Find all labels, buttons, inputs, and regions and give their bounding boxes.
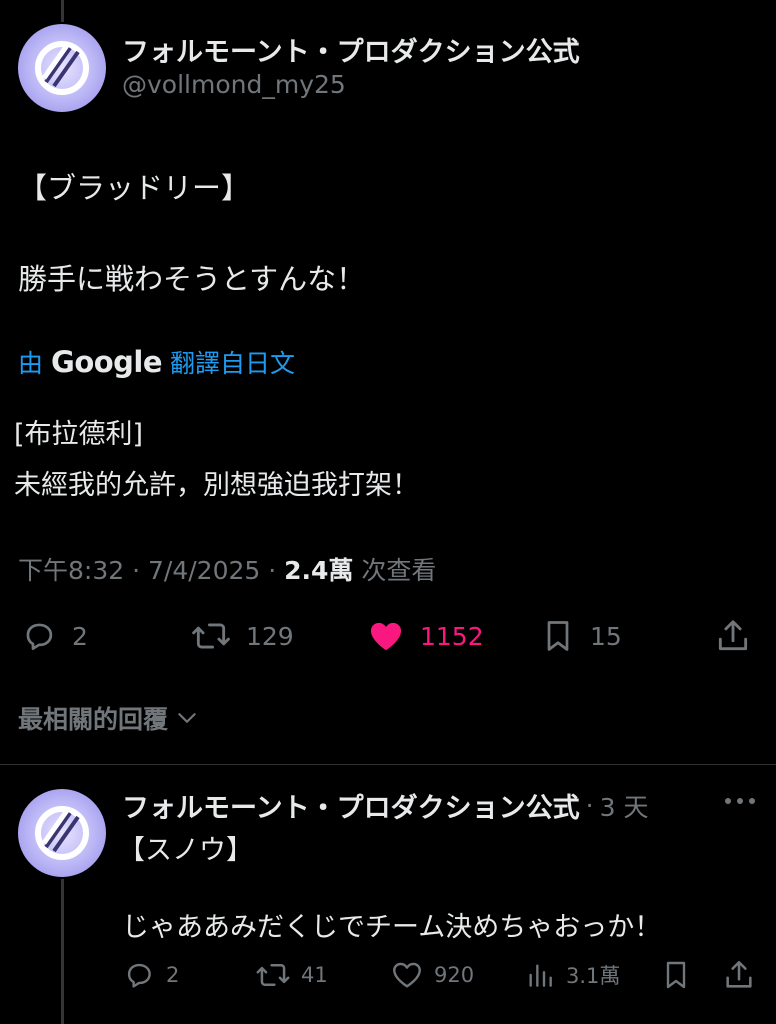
tweet-text-line2: 勝手に戦わそうとすんな！ [18,262,366,296]
views-icon [524,958,556,992]
reply-icon [20,617,58,655]
chevron-down-icon [174,705,200,731]
reply-retweet-count: 41 [301,963,328,987]
reply-sort-toggle[interactable]: 最相關的回覆 [18,700,200,736]
reply-views-button[interactable]: 3.1萬 [524,958,620,992]
tweet-time[interactable]: 下午8:32 [18,556,124,585]
reply-bookmark-button[interactable] [660,958,692,992]
reply-retweet-button[interactable]: 41 [255,958,328,992]
bookmark-icon [540,617,576,655]
author-name[interactable]: フォルモーント・プロダクション公式 [122,30,580,69]
meta-separator: · [132,556,141,585]
reply-separator: · [585,791,594,820]
thread-connector-top [61,0,64,22]
reply-reply-count: 2 [166,963,180,987]
meta-separator: · [268,556,277,585]
reply-reply-button[interactable]: 2 [122,958,179,992]
share-button[interactable] [714,617,752,655]
translation-attribution[interactable]: 由 Google 翻譯自日文 [18,344,295,380]
retweet-icon [255,958,291,992]
reply-text-line1: 【スノウ】 [118,835,253,866]
translate-suffix: 翻譯自日文 [170,349,296,378]
reply-sort-label: 最相關的回覆 [18,705,169,734]
heart-icon [390,958,424,992]
more-button[interactable] [722,786,758,816]
more-icon [722,786,758,816]
share-icon [714,617,752,655]
author-handle[interactable]: @vollmond_my25 [122,70,346,99]
bookmark-button[interactable]: 15 [540,617,622,655]
reply-time[interactable]: 3 天 [600,788,649,824]
logo-icon [35,41,89,95]
reply-header: フォルモーント・プロダクション公式 · 3 天 [122,786,648,825]
retweet-button[interactable]: 129 [190,617,294,655]
reply-button[interactable]: 2 [20,617,88,655]
reply-share-button[interactable] [722,958,756,992]
retweet-count: 129 [246,621,294,651]
translated-line1: [布拉德利] [14,419,144,450]
translate-prefix: 由 [18,349,44,378]
divider [0,764,776,765]
like-button[interactable]: 1152 [366,617,484,655]
reply-text-line2: じゃああみだくじでチーム決めちゃおっか！ [122,912,662,943]
bookmark-icon [660,958,692,992]
reply-like-button[interactable]: 920 [390,958,474,992]
reply-views-count: 3.1萬 [566,964,621,988]
like-count: 1152 [420,621,484,651]
bookmark-count: 15 [590,621,622,651]
google-logo: Google [51,345,163,379]
view-count: 2.4萬 [284,556,354,585]
tweet-text-line1: 【ブラッドリー】 [18,171,251,205]
retweet-icon [190,617,232,655]
reply-avatar[interactable] [18,789,106,877]
avatar[interactable] [18,24,106,112]
tweet-date[interactable]: 7/4/2025 [148,556,260,585]
reply-like-count: 920 [434,963,475,987]
reply-count: 2 [72,621,88,651]
share-icon [722,958,756,992]
logo-icon [35,806,89,860]
translated-line2: 未經我的允許，別想強迫我打架！ [14,470,419,501]
reply-author-name[interactable]: フォルモーント・プロダクション公式 [122,786,580,825]
heart-icon [366,617,406,655]
reply-icon [122,958,156,992]
thread-connector-bottom [61,879,64,1024]
tweet-meta: 下午8:32 · 7/4/2025 · 2.4萬 次查看 [18,551,436,587]
view-label: 次查看 [361,556,437,585]
